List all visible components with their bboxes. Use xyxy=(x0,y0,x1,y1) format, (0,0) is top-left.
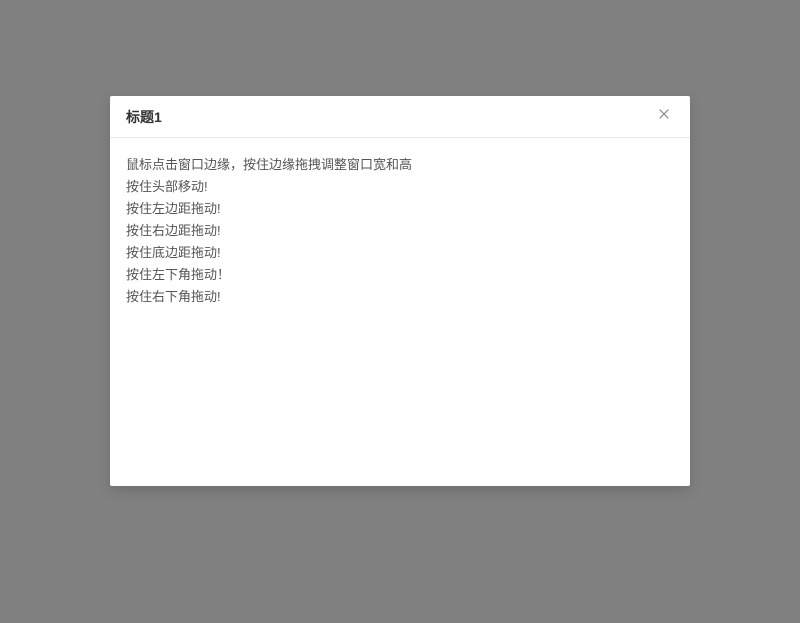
body-line: 按住头部移动! xyxy=(126,176,674,198)
modal-window: 标题1 鼠标点击窗口边缘，按住边缘拖拽调整窗口宽和高 按住头部移动! 按住左边距… xyxy=(110,96,690,486)
modal-header[interactable]: 标题1 xyxy=(110,96,690,138)
close-button[interactable] xyxy=(654,107,674,127)
body-line: 鼠标点击窗口边缘，按住边缘拖拽调整窗口宽和高 xyxy=(126,154,674,176)
body-line: 按住左下角拖动！ xyxy=(126,264,674,286)
body-line: 按住右下角拖动! xyxy=(126,286,674,308)
close-icon xyxy=(657,107,671,126)
modal-body: 鼠标点击窗口边缘，按住边缘拖拽调整窗口宽和高 按住头部移动! 按住左边距拖动! … xyxy=(110,138,690,486)
modal-title: 标题1 xyxy=(126,107,162,127)
body-line: 按住底边距拖动! xyxy=(126,242,674,264)
body-line: 按住左边距拖动! xyxy=(126,198,674,220)
body-line: 按住右边距拖动! xyxy=(126,220,674,242)
